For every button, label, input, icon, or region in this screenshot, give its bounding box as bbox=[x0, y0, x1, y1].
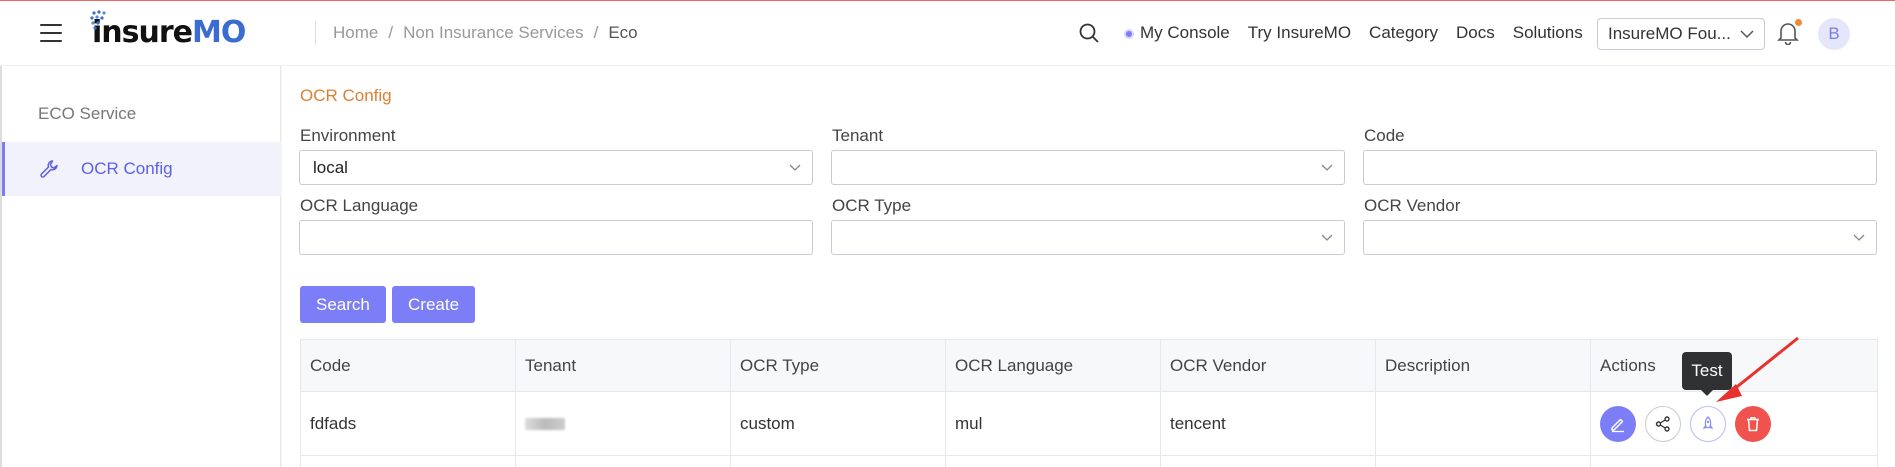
cell-empty bbox=[516, 456, 731, 467]
cell-empty bbox=[1161, 456, 1376, 467]
edit-button[interactable] bbox=[1600, 405, 1636, 442]
breadcrumb: Home / Non Insurance Services / Eco bbox=[333, 23, 638, 43]
rocket-icon bbox=[1702, 415, 1714, 429]
cell-empty bbox=[301, 456, 516, 467]
org-select[interactable]: InsureMO Fou... bbox=[1597, 18, 1765, 50]
chevron-down-icon bbox=[1740, 29, 1754, 38]
search-button[interactable]: Search bbox=[300, 286, 386, 323]
red-arrow-annotation bbox=[1716, 336, 1799, 402]
cell-code: fdfads bbox=[301, 392, 516, 455]
header-tenant: Tenant bbox=[516, 340, 731, 391]
test-button[interactable] bbox=[1690, 405, 1726, 442]
environment-label: Environment bbox=[300, 126, 396, 145]
active-dot-icon bbox=[1124, 28, 1134, 39]
redacted-tenant bbox=[525, 417, 565, 430]
share-button[interactable] bbox=[1645, 405, 1681, 442]
nav-my-console[interactable]: My Console bbox=[1124, 23, 1230, 43]
notification-badge bbox=[1795, 19, 1802, 26]
nav-solutions[interactable]: Solutions bbox=[1513, 23, 1583, 43]
menu-icon[interactable] bbox=[40, 24, 62, 42]
cell-tenant bbox=[516, 392, 731, 455]
chevron-down-icon bbox=[1321, 234, 1333, 241]
breadcrumb-current: Eco bbox=[608, 23, 638, 42]
trash-icon bbox=[1747, 416, 1759, 431]
header-ocr-vendor: OCR Vendor bbox=[1161, 340, 1376, 391]
chevron-down-icon bbox=[1321, 164, 1333, 171]
ocr-language-label: OCR Language bbox=[300, 196, 419, 215]
chevron-down-icon bbox=[789, 164, 801, 171]
header-code: Code bbox=[301, 340, 516, 391]
breadcrumb-separator: / bbox=[388, 23, 394, 42]
nav-try-insuremo[interactable]: Try InsureMO bbox=[1248, 23, 1351, 43]
environment-select[interactable]: local bbox=[299, 150, 813, 185]
breadcrumb-home[interactable]: Home bbox=[333, 23, 378, 43]
cell-empty bbox=[731, 456, 946, 467]
org-select-value: InsureMO Fou... bbox=[1608, 24, 1731, 43]
ocr-vendor-select[interactable] bbox=[1363, 220, 1877, 255]
pencil-icon bbox=[1611, 418, 1624, 432]
header-ocr-language: OCR Language bbox=[946, 340, 1161, 391]
nav-docs[interactable]: Docs bbox=[1456, 23, 1495, 43]
cell-empty bbox=[1591, 456, 1877, 467]
table-row bbox=[301, 456, 1877, 467]
ocr-vendor-label: OCR Vendor bbox=[1364, 196, 1461, 215]
search-icon[interactable] bbox=[1078, 22, 1100, 44]
header-description: Description bbox=[1376, 340, 1591, 391]
nav-category[interactable]: Category bbox=[1369, 23, 1438, 43]
tenant-select[interactable] bbox=[831, 150, 1345, 185]
cell-description bbox=[1376, 392, 1591, 455]
logo-globe-icon bbox=[90, 10, 106, 30]
ocr-type-label: OCR Type bbox=[832, 196, 912, 215]
ocr-type-select[interactable] bbox=[831, 220, 1345, 255]
code-label: Code bbox=[1364, 126, 1405, 145]
avatar[interactable]: B bbox=[1818, 18, 1850, 50]
header-ocr-type: OCR Type bbox=[731, 340, 946, 391]
page-title: OCR Config bbox=[300, 86, 392, 105]
table-header-row: Code Tenant OCR Type OCR Language OCR Ve… bbox=[301, 340, 1877, 392]
header-divider bbox=[315, 21, 316, 45]
sidebar: ECO Service OCR Config bbox=[0, 66, 281, 467]
logo[interactable]: insureMO bbox=[90, 10, 246, 53]
chevron-down-icon bbox=[1853, 234, 1865, 241]
breadcrumb-separator: / bbox=[593, 23, 599, 42]
ocr-language-input[interactable] bbox=[299, 220, 813, 255]
sidebar-group-title[interactable]: ECO Service bbox=[38, 104, 136, 124]
cell-empty bbox=[946, 456, 1161, 467]
sidebar-item-label: OCR Config bbox=[81, 159, 173, 178]
table-row: fdfads custom mul tencent bbox=[301, 392, 1877, 456]
create-button[interactable]: Create bbox=[392, 286, 476, 323]
breadcrumb-non-insurance[interactable]: Non Insurance Services bbox=[403, 23, 583, 43]
cell-ocr-vendor: tencent bbox=[1161, 392, 1376, 455]
environment-value: local bbox=[313, 158, 348, 177]
sidebar-item-ocr-config[interactable]: OCR Config bbox=[2, 142, 281, 196]
tenant-label: Tenant bbox=[832, 126, 884, 145]
code-input[interactable] bbox=[1363, 150, 1877, 185]
top-header: insureMO Home / Non Insurance Services /… bbox=[0, 0, 1895, 66]
cell-ocr-language: mul bbox=[946, 392, 1161, 455]
share-icon bbox=[1655, 415, 1670, 432]
delete-button[interactable] bbox=[1735, 405, 1771, 442]
top-nav: My Console Try InsureMO Category Docs So… bbox=[1124, 23, 1583, 43]
wrench-icon bbox=[40, 160, 58, 178]
main-content: OCR Config Environment local Tenant Code… bbox=[282, 66, 1895, 467]
cell-ocr-type: custom bbox=[731, 392, 946, 455]
cell-empty bbox=[1376, 456, 1591, 467]
ocr-config-table: Code Tenant OCR Type OCR Language OCR Ve… bbox=[300, 339, 1878, 467]
